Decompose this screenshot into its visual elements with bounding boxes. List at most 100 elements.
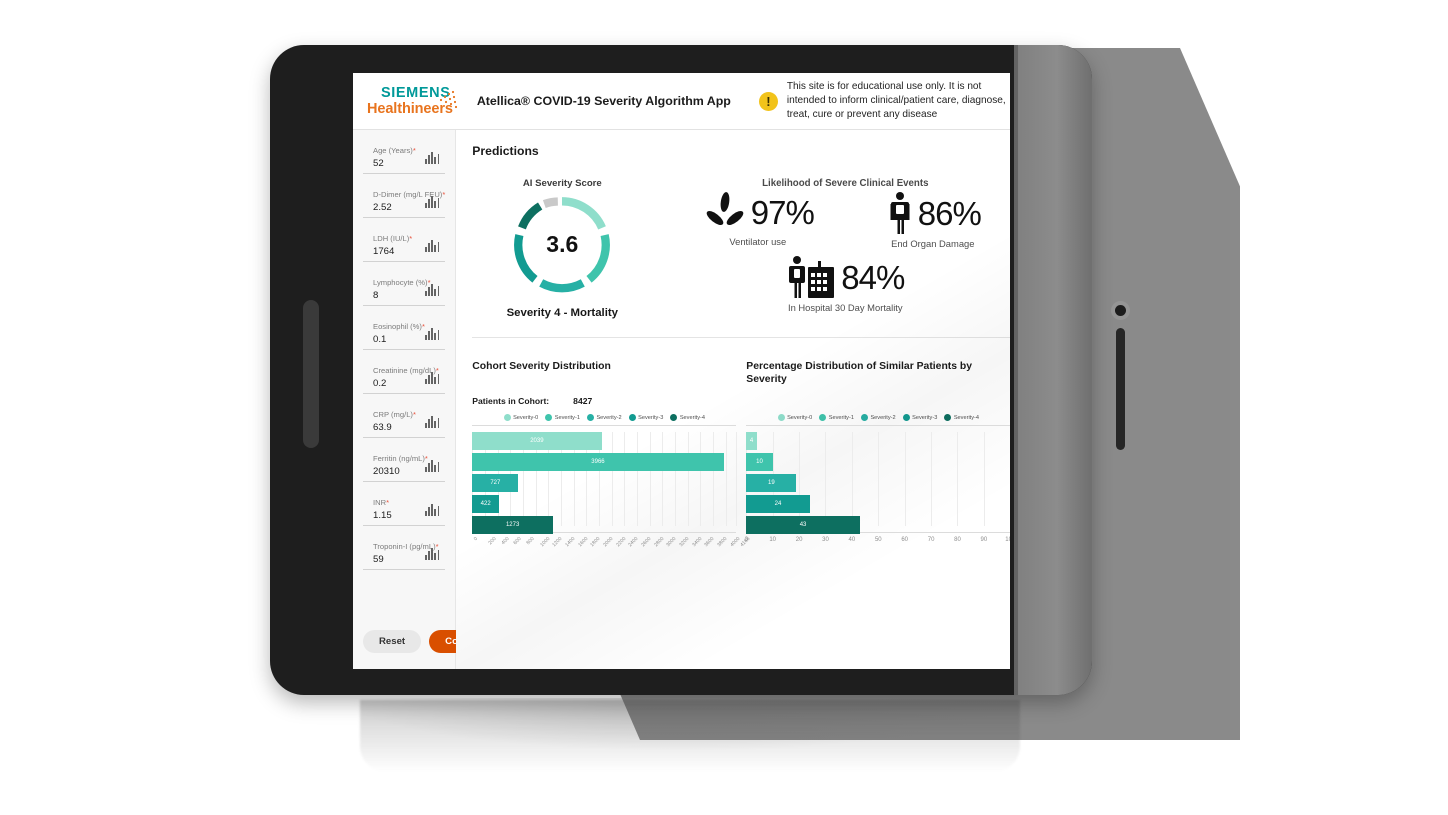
organ-damage-person-icon — [890, 192, 910, 234]
input-field-creatinine-mg-dl[interactable]: Creatinine (mg/dL)* 0.2 — [363, 362, 446, 394]
tablet-right-bezel — [1014, 45, 1092, 695]
legend-item[interactable]: Severity-2 — [586, 414, 622, 421]
legend-color-dot — [628, 414, 636, 421]
axis-tick-label: 1000 — [538, 536, 552, 549]
axis-tick-label: 40 — [848, 537, 856, 543]
input-field-age-years[interactable]: Age (Years)* 52 — [363, 142, 446, 174]
chart-bar[interactable]: 1273 — [472, 516, 553, 534]
chart-bar-row: 43 — [746, 516, 1010, 534]
bar-chart-icon[interactable] — [424, 327, 440, 340]
legend-color-dot — [944, 414, 952, 421]
legend-label: Severity-1 — [828, 414, 854, 421]
bar-chart-icon[interactable] — [424, 415, 440, 428]
legend-item[interactable]: Severity-3 — [902, 414, 937, 421]
axis-tick-label: 3600 — [703, 536, 716, 549]
chart-bar[interactable]: 422 — [472, 495, 500, 513]
chart-bar-row: 727 — [472, 474, 736, 492]
input-field-lymphocyte[interactable]: Lymphocyte (%)* 8 — [363, 274, 446, 306]
ventilator-caption: Ventilator use — [729, 236, 787, 247]
bar-chart-icon[interactable] — [424, 371, 440, 384]
legend-label: Severity-4 — [953, 414, 980, 421]
gauge-value: 3.6 — [546, 230, 579, 257]
bar-chart-icon[interactable] — [424, 151, 440, 164]
chart-bar[interactable]: 19 — [746, 474, 797, 492]
chart-bar[interactable]: 10 — [746, 453, 773, 471]
chart-bar-row: 10 — [746, 453, 1010, 471]
cohort-severity-chart: Cohort Severity Distribution Patients in… — [472, 360, 752, 560]
mortality-stat: 84% In Hospital 30 Day Mortality — [670, 255, 1010, 313]
legend-item[interactable]: Severity-2 — [860, 414, 896, 421]
input-field-crp-mg-l[interactable]: CRP (mg/L)* 63.9 — [363, 406, 446, 438]
legend-color-dot — [545, 414, 553, 421]
input-field-eosinophil[interactable]: Eosinophil (%)* 0.1 — [363, 318, 446, 350]
reset-button[interactable]: Reset — [363, 630, 422, 653]
legend-item[interactable]: Severity-4 — [670, 414, 705, 421]
axis-tick-label: 400 — [500, 536, 511, 547]
required-marker: * — [409, 234, 413, 243]
tablet-left-button — [303, 300, 319, 448]
input-sidebar: Age (Years)* 52 D-Dimer (mg/L FEU)* 2.52 LDH… — [353, 130, 503, 669]
mortality-percent: 84% — [841, 259, 905, 296]
required-marker: * — [442, 190, 446, 199]
bar-chart-icon[interactable] — [424, 239, 440, 252]
chart-bar[interactable]: 4 — [746, 432, 757, 450]
predictions-summary-row: AI Severity Score 3.6 Severity 4 - Morta… — [472, 170, 1010, 319]
chart-bar-row: 24 — [746, 495, 1010, 513]
legend-color-dot — [777, 414, 785, 421]
input-field-inr[interactable]: INR* 1.15 — [363, 494, 446, 526]
end-organ-damage-percent: 86% — [917, 195, 982, 232]
exclamation-icon: ! — [758, 91, 778, 111]
axis-tick-label: 90 — [980, 537, 988, 543]
bar-chart-icon[interactable] — [424, 547, 440, 560]
legend-color-dot — [860, 414, 868, 421]
chart-bar-row: 422 — [472, 495, 736, 513]
bar-chart-icon[interactable] — [424, 459, 440, 472]
severity-score-gauge: AI Severity Score 3.6 Severity 4 - Morta… — [472, 170, 652, 319]
percentage-chart-title: Percentage Distribution of Similar Patie… — [746, 361, 973, 385]
input-field-d-dimer-mg-l-feu[interactable]: D-Dimer (mg/L FEU)* 2.52 — [363, 186, 446, 218]
required-marker: * — [386, 498, 390, 507]
chart-bar[interactable]: 3966 — [472, 453, 724, 471]
input-field-ferritin-ng-ml[interactable]: Ferritin (ng/mL)* 20310 — [363, 450, 446, 482]
chart-bar-row: 3966 — [472, 453, 736, 471]
notice-text: This site is for educational use only. I… — [786, 81, 1006, 120]
bar-chart-icon[interactable] — [424, 283, 440, 296]
ventilator-stat: 97% Ventilator use — [670, 191, 845, 249]
legend-item[interactable]: Severity-0 — [777, 414, 812, 421]
axis-tick-label: 2600 — [640, 536, 653, 549]
percentage-chart-legend: Severity-0 Severity-1 Severity-2 Severity-3… — [746, 414, 1010, 421]
bar-chart-icon[interactable] — [424, 195, 440, 208]
input-field-troponin-i-pg-ml[interactable]: Troponin-I (pg/mL)* 59 — [363, 538, 446, 570]
cohort-plot-area: 2039 3966 727 422 1273 — [472, 425, 738, 534]
percentage-plot-area: 4 10 19 24 43 — [746, 425, 1010, 534]
legend-item[interactable]: Severity-1 — [819, 414, 854, 421]
legend-label: Severity-2 — [596, 414, 622, 421]
cohort-chart-title: Cohort Severity Distribution — [472, 361, 611, 372]
required-marker: * — [412, 410, 416, 419]
ventilator-icon — [706, 192, 744, 225]
axis-tick-label: 1400 — [564, 536, 577, 549]
predictions-panel: Predictions AI Severity Score 3.6 Severi… — [456, 130, 1010, 669]
bar-chart-icon[interactable] — [424, 503, 440, 516]
chart-bar[interactable]: 24 — [746, 495, 810, 513]
input-field-ldh-iu-l[interactable]: LDH (IU/L)* 1764 — [363, 230, 446, 262]
end-organ-damage-caption: End Organ Damage — [891, 238, 975, 249]
chart-bar-row: 1273 — [472, 516, 736, 534]
legend-item[interactable]: Severity-0 — [503, 414, 538, 421]
mortality-caption: In Hospital 30 Day Mortality — [787, 302, 903, 313]
legend-item[interactable]: Severity-1 — [545, 414, 580, 421]
axis-tick-label: 10 — [769, 537, 777, 543]
educational-use-notice: ! This site is for educational use only.… — [758, 80, 1010, 122]
axis-tick-label: 30 — [822, 537, 829, 543]
percentage-distribution-chart: Percentage Distribution of Similar Patie… — [745, 360, 1010, 560]
tablet-reflection — [360, 700, 1020, 772]
siemens-healthineers-logo: SIEMENS Healthineers — [367, 85, 457, 117]
chart-bar[interactable]: 2039 — [472, 432, 602, 450]
app-header: SIEMENS Healthineers Atellica® COVID-19 … — [353, 73, 1010, 130]
chart-bar[interactable]: 727 — [472, 474, 519, 492]
legend-color-dot — [586, 414, 594, 421]
axis-tick-label: 1600 — [576, 536, 590, 549]
legend-item[interactable]: Severity-4 — [944, 414, 979, 421]
legend-item[interactable]: Severity-3 — [628, 414, 663, 421]
chart-bar[interactable]: 43 — [746, 516, 860, 534]
